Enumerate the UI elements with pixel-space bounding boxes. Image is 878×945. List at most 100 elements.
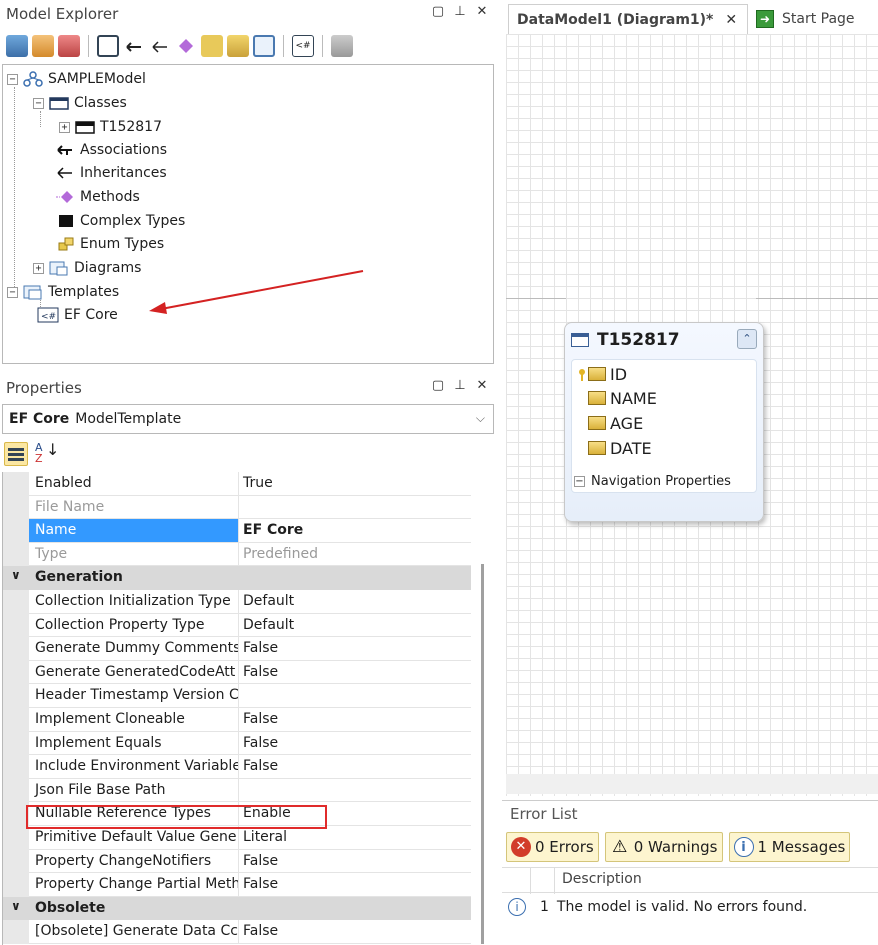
tab-start-page[interactable]: ➜ Start Page (752, 4, 855, 34)
close-icon[interactable]: ✕ (474, 378, 490, 393)
close-icon[interactable]: ✕ (474, 4, 490, 19)
property-name: Collection Initialization Type (29, 590, 239, 614)
property-row[interactable]: Type Predefined (3, 542, 471, 567)
add-template-icon[interactable]: <# (292, 35, 314, 57)
warnings-filter-button[interactable]: ⚠ 0 Warnings (604, 832, 723, 862)
errors-filter-button[interactable]: ✕ 0 Errors (506, 832, 599, 862)
entity-body: ID NAME AGE DATE − Navigation Properties (571, 359, 757, 493)
property-value[interactable]: False (239, 661, 471, 685)
property-row[interactable]: File Name (3, 495, 471, 520)
collapse-toggle[interactable]: − (574, 475, 585, 487)
property-value[interactable]: False (239, 850, 471, 874)
categorized-icon[interactable] (4, 442, 28, 466)
property-value[interactable] (239, 496, 471, 520)
property-value[interactable]: False (239, 637, 471, 661)
horizontal-scrollbar[interactable] (506, 774, 878, 794)
property-row[interactable]: Collection Property Type Default (3, 613, 471, 638)
property-row[interactable]: Json File Base Path (3, 778, 471, 803)
add-entity-icon[interactable] (58, 35, 80, 57)
navigation-properties-section[interactable]: − Navigation Properties (572, 470, 756, 492)
object-selector[interactable]: EF Core ModelTemplate ⌵ (2, 404, 494, 434)
property-value[interactable] (239, 779, 471, 803)
add-class-icon[interactable] (32, 35, 54, 57)
column-description[interactable]: Description (562, 871, 642, 887)
property-row[interactable]: Implement Equals False (3, 731, 471, 756)
error-list-row[interactable]: i 1 The model is valid. No errors found. (502, 895, 878, 919)
property-row[interactable]: Generate GeneratedCodeAtt False (3, 660, 471, 685)
pin-icon[interactable]: ⊥ (452, 4, 468, 19)
new-model-icon[interactable] (6, 35, 28, 57)
category-generation[interactable]: ∨ Generation (3, 566, 471, 590)
column-divider (554, 868, 555, 894)
row-gutter (3, 519, 29, 543)
add-complex-type-icon[interactable] (201, 35, 223, 57)
class-icon (571, 333, 589, 347)
property-row[interactable]: Enabled True (3, 472, 471, 496)
entity-field-age[interactable]: AGE (588, 411, 643, 435)
property-row[interactable]: Name EF Core (3, 519, 471, 543)
property-row[interactable]: [Obsolete] Generate Data Cc False (3, 920, 471, 944)
toolbar-separator (88, 35, 89, 57)
chevron-down-icon[interactable]: ⌵ (476, 411, 485, 426)
property-value[interactable] (239, 684, 471, 708)
row-description: The model is valid. No errors found. (556, 899, 808, 915)
property-row[interactable]: Header Timestamp Version C (3, 684, 471, 708)
entity-field-date[interactable]: DATE (588, 436, 652, 460)
add-inheritance-icon[interactable] (149, 35, 171, 57)
add-association-icon[interactable] (123, 35, 145, 57)
property-value[interactable]: False (239, 708, 471, 732)
errors-label: 0 Errors (535, 838, 594, 856)
property-value[interactable]: False (239, 873, 471, 897)
add-diagram-icon[interactable] (253, 35, 275, 57)
property-row[interactable]: Generate Dummy Comments False (3, 637, 471, 661)
row-gutter (3, 637, 29, 661)
tab-label: Start Page (782, 11, 855, 27)
property-row[interactable]: Property ChangeNotifiers False (3, 849, 471, 874)
property-name: Name (29, 519, 239, 543)
row-gutter (3, 826, 29, 850)
property-name: Property ChangeNotifiers (29, 849, 239, 874)
vertical-scrollbar[interactable] (481, 564, 484, 944)
collapse-shape-button[interactable]: ⌃ (737, 329, 757, 349)
property-value[interactable]: False (239, 755, 471, 779)
property-row[interactable]: Primitive Default Value Gene Literal (3, 826, 471, 850)
properties-title: Properties (6, 379, 82, 397)
property-value[interactable]: False (239, 920, 471, 944)
row-gutter (3, 590, 29, 614)
messages-filter-button[interactable]: i 1 Messages (728, 832, 851, 862)
category-obsolete[interactable]: ∨ Obsolete (3, 896, 471, 921)
settings-icon[interactable] (331, 35, 353, 57)
chevron-down-icon[interactable]: ∨ (11, 899, 21, 913)
property-row[interactable]: Implement Cloneable False (3, 708, 471, 732)
entity-field-name[interactable]: NAME (588, 386, 657, 410)
property-value[interactable]: Literal (239, 826, 471, 850)
property-row[interactable]: Include Environment Variable False (3, 755, 471, 779)
property-value[interactable]: Default (239, 614, 471, 638)
close-tab-icon[interactable]: ✕ (725, 12, 737, 28)
category-label: Obsolete (35, 899, 106, 916)
add-table-icon[interactable] (97, 35, 119, 57)
diagram-canvas[interactable]: T152817 ⌃ ID NAME AGE DATE − Navigation … (506, 34, 878, 796)
property-value[interactable]: True (239, 472, 471, 496)
property-value[interactable]: Predefined (239, 543, 471, 567)
maximize-icon[interactable]: ▢ (430, 378, 446, 393)
tab-datamodel1[interactable]: DataModel1 (Diagram1)* ✕ (508, 4, 748, 34)
property-name: Implement Cloneable (29, 708, 239, 732)
sort-alphabetical-icon[interactable]: A Z ↓ (34, 442, 59, 466)
property-name: Primitive Default Value Gene (29, 826, 239, 850)
property-value[interactable]: EF Core (239, 519, 471, 543)
property-value[interactable]: False (239, 732, 471, 756)
add-enum-icon[interactable] (227, 35, 249, 57)
error-icon: ✕ (511, 837, 531, 857)
entity-shape[interactable]: T152817 ⌃ ID NAME AGE DATE − Navigation … (564, 322, 764, 522)
pin-icon[interactable]: ⊥ (452, 378, 468, 393)
property-row[interactable]: Collection Initialization Type Default (3, 590, 471, 614)
property-row[interactable]: Property Change Partial Meth False (3, 873, 471, 897)
model-explorer-titlebar: Model Explorer ▢ ⊥ ✕ (0, 0, 500, 28)
entity-field-id[interactable]: ID (578, 362, 627, 386)
model-explorer-window-buttons: ▢ ⊥ ✕ (430, 4, 490, 19)
maximize-icon[interactable]: ▢ (430, 4, 446, 19)
property-value[interactable]: Default (239, 590, 471, 614)
add-method-icon[interactable] (175, 35, 197, 57)
chevron-down-icon[interactable]: ∨ (11, 568, 21, 582)
